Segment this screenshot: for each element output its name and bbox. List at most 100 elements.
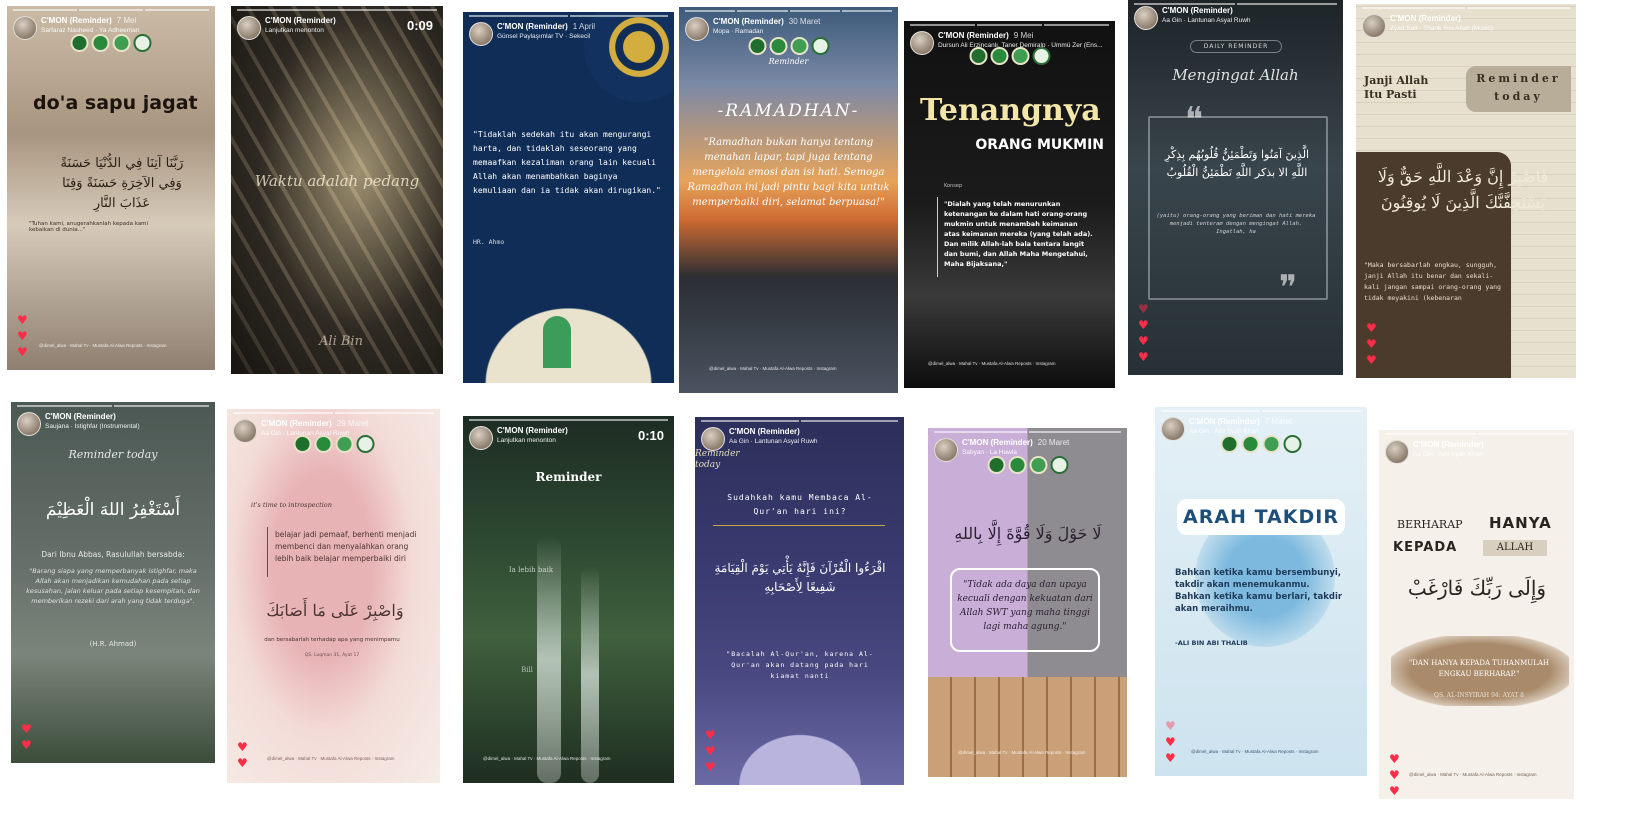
cloud-illustration [715, 715, 885, 785]
story-body: Bahkan ketika kamu bersembunyi, takdir a… [1175, 568, 1343, 614]
reaction-hearts[interactable]: ♥ ♥ [21, 723, 32, 751]
story-progress [13, 9, 209, 11]
story-card-introspection[interactable]: C'MON (Reminder) 29 Maret Aa Gin · Lantun… [227, 409, 440, 783]
story-footer: @dimel_alwa · Mahal Tv · Mustafa Al-Alwa… [1191, 749, 1319, 754]
story-card-membaca-quran[interactable]: C'MON (Reminder) Aa Gin · Lantunan Asyal… [695, 417, 904, 785]
music-label[interactable]: Mopa · Ramadan [713, 28, 763, 35]
badge-icon [1050, 456, 1068, 474]
avatar[interactable] [1385, 440, 1409, 464]
music-label[interactable]: Günsel Paylaşımlar TV · Sekecil [497, 33, 590, 40]
quote-author: -ALI BIN ABI THALIB [1175, 639, 1248, 647]
badge-icon [1011, 47, 1029, 65]
story-title: Reminder today [68, 448, 158, 461]
heart-icon: ♥ [17, 345, 28, 359]
music-label[interactable]: Lanjutkan menonton [265, 27, 324, 34]
signature: Bill [521, 666, 533, 674]
badge-icon [1220, 435, 1239, 453]
story-body: "Tuhan kami, anugerahkanlah kepada kami … [29, 221, 149, 233]
badge-row [987, 456, 1068, 474]
heart-icon: ♥ [237, 756, 248, 770]
heart-icon: ♥ [1138, 350, 1149, 364]
music-label[interactable]: Aa Gin · Lantunan Asyal Ruwh [1162, 17, 1251, 24]
avatar[interactable] [17, 412, 41, 436]
music-label[interactable]: Lanjutkan menonton [497, 437, 556, 444]
story-progress [233, 412, 434, 414]
story-card-tenangnya[interactable]: C'MON (Reminder) 9 Mei Dursun Ali Erzinca… [904, 21, 1115, 388]
account-name[interactable]: C'MON (Reminder) 7 Mei [41, 16, 136, 25]
music-label[interactable]: Aa Gin · Aini Syah Khan [1189, 428, 1259, 435]
story-body: "Dialah yang telah menurunkan ketenangan… [944, 200, 1093, 268]
badge-row [1220, 435, 1302, 453]
reaction-hearts[interactable]: ♥ ♥ [237, 741, 248, 769]
reaction-hearts[interactable]: ♥ ♥ ♥ [1389, 753, 1400, 797]
reaction-hearts[interactable]: ♥ ♥ ♥ [1366, 322, 1377, 366]
story-card-doa-sapu-jagat[interactable]: C'MON (Reminder) 7 Mei Sarfaraz Nasheed ·… [7, 6, 215, 370]
account-name[interactable]: C'MON (Reminder) 1 April [497, 22, 595, 31]
music-label[interactable]: Sabyan · La Hawla [962, 449, 1017, 456]
story-card-la-hawla[interactable]: C'MON (Reminder) 20 Maret Sabyan · La Haw… [928, 428, 1127, 777]
story-body: (yaitu) orang-orang yang beriman dan hat… [1156, 213, 1316, 235]
heart-icon: ♥ [1138, 302, 1149, 316]
quote-close-icon: ❞ [1278, 268, 1298, 308]
arabic-verse: وَاصْبِرْ عَلَى مَا أَصَابَكَ [266, 601, 404, 620]
badge-icon [969, 47, 987, 65]
story-body: "DAN HANYA KEPADA TUHANMULAH ENGKAU BERH… [1409, 659, 1549, 678]
heart-icon: ♥ [17, 329, 28, 343]
avatar[interactable] [910, 31, 934, 55]
account-name[interactable]: C'MON (Reminder) 7 Maret [1189, 417, 1292, 426]
heart-icon: ♥ [705, 744, 716, 758]
story-card-waterfall[interactable]: C'MON (Reminder) Lanjutkan menonton 0:10… [463, 416, 674, 783]
reaction-hearts[interactable]: ♥ ♥ ♥ [17, 314, 28, 358]
story-progress [469, 419, 668, 421]
music-label[interactable]: Saujana · Istighfar (Instrumental) [45, 423, 140, 430]
story-body: "Tidak ada daya dan upaya kecuali dengan… [950, 568, 1100, 652]
account-name[interactable]: C'MON (Reminder) 9 Mei [938, 31, 1033, 40]
avatar[interactable] [934, 438, 958, 462]
story-card-mengingat-allah[interactable]: C'MON (Reminder) Aa Gin · Lantunan Asyal… [1128, 0, 1343, 375]
story-footer: @dimel_alwa · Mahal Tv · Mustafa Al-Alwa… [39, 343, 167, 348]
badge-icon [112, 34, 131, 52]
music-label[interactable]: Aa Gin · Aini Syah Khan [1413, 451, 1483, 458]
story-progress [934, 431, 1121, 433]
account-name[interactable]: C'MON (Reminder) 29 Maret [261, 419, 368, 428]
account-name[interactable]: C'MON (Reminder) [1390, 14, 1461, 23]
account-name[interactable]: C'MON (Reminder) [729, 427, 800, 436]
reaction-hearts[interactable]: ♥ ♥ ♥ ♥ [1138, 303, 1149, 363]
story-progress [469, 15, 668, 17]
avatar[interactable] [469, 426, 493, 450]
avatar[interactable] [1362, 14, 1386, 38]
story-card-sedekah[interactable]: C'MON (Reminder) 1 April Günsel Paylaşıml… [463, 12, 674, 383]
story-progress [685, 10, 892, 12]
avatar[interactable] [237, 16, 261, 40]
heart-icon: ♥ [1389, 768, 1400, 782]
avatar[interactable] [469, 22, 493, 46]
avatar[interactable] [701, 427, 725, 451]
badge-icon [293, 435, 311, 453]
story-card-istighfar[interactable]: C'MON (Reminder) Saujana · Istighfar (In… [11, 402, 215, 763]
arabic-verse: أَسْتَغْفِرُ اللهَ الْعَظِيْمَ [45, 500, 181, 520]
avatar[interactable] [685, 17, 709, 41]
verse-source: QS. AL-INSYIRAH 94: AYAT 8 [1434, 692, 1524, 699]
account-name[interactable]: C'MON (Reminder) 20 Maret [962, 438, 1069, 447]
reaction-hearts[interactable]: ♥ ♥ ♥ [1165, 720, 1176, 764]
avatar[interactable] [1134, 6, 1158, 30]
music-label[interactable]: Zyad Salt · Thank You Allah (Music) [1390, 25, 1493, 32]
avatar[interactable] [13, 16, 37, 40]
account-name[interactable]: C'MON (Reminder) [265, 16, 336, 25]
avatar[interactable] [1161, 417, 1185, 441]
account-name[interactable]: C'MON (Reminder) [1162, 6, 1233, 15]
music-label[interactable]: Sarfaraz Nasheed · Ya Adheeman [41, 27, 139, 34]
music-label[interactable]: Aa Gin · Lantunan Asyal Ruwh [729, 438, 818, 445]
account-name[interactable]: C'MON (Reminder) [45, 412, 116, 421]
badge-icon [314, 435, 332, 453]
account-name[interactable]: C'MON (Reminder) [497, 426, 568, 435]
avatar[interactable] [233, 419, 257, 443]
reaction-hearts[interactable]: ♥ ♥ ♥ [705, 729, 716, 773]
account-name[interactable]: C'MON (Reminder) 30 Maret [713, 17, 820, 26]
story-card-janji-allah[interactable]: C'MON (Reminder) Zyad Salt · Thank You A… [1356, 4, 1576, 378]
story-card-berharap[interactable]: C'MON (Reminder) Aa Gin · Aini Syah Khan… [1379, 430, 1574, 799]
story-card-ramadhan[interactable]: C'MON (Reminder) 30 Maret Mopa · Ramadan … [679, 7, 898, 393]
account-name[interactable]: C'MON (Reminder) [1413, 440, 1484, 449]
story-card-waktu-pedang[interactable]: C'MON (Reminder) Lanjutkan menonton 0:09… [231, 6, 443, 374]
story-card-arah-takdir[interactable]: C'MON (Reminder) 7 Maret Aa Gin · Aini Sy… [1155, 407, 1367, 776]
